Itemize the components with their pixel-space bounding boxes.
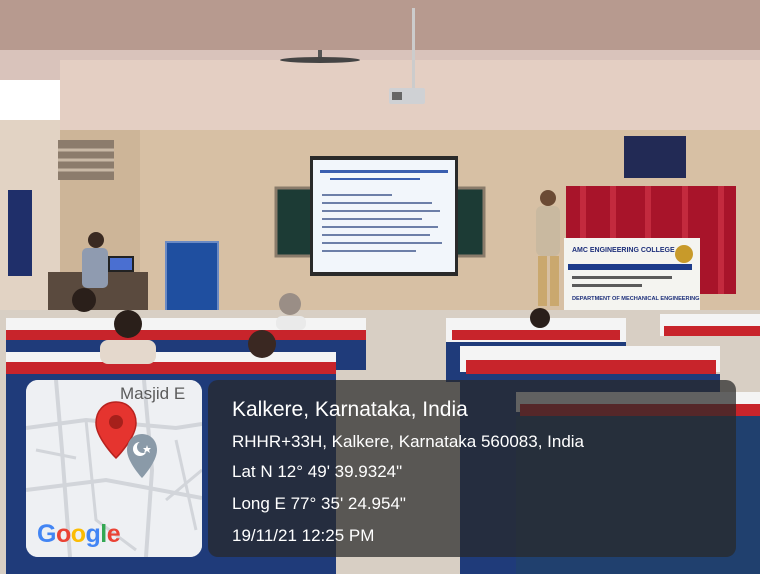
- mosque-icon: [127, 434, 157, 478]
- wall-poster: [8, 190, 32, 276]
- banner-dept: DEPARTMENT OF MECHANICAL ENGINEERING: [572, 296, 700, 302]
- place-name: Kalkere, Karnataka, India: [232, 398, 468, 421]
- latitude: Lat N 12° 49' 39.9324": [232, 462, 403, 481]
- wall-vent: [58, 140, 114, 180]
- blue-cabinet: [165, 241, 219, 313]
- google-letter: G: [37, 520, 56, 548]
- longitude: Long E 77° 35' 24.954": [232, 494, 406, 513]
- google-letter: o: [55, 520, 71, 548]
- event-banner: AMC ENGINEERING COLLEGE DEPARTMENT OF ME…: [564, 238, 700, 318]
- geotag-info-panel: Kalkere, Karnataka, India RHHR+33H, Kalk…: [208, 380, 736, 557]
- google-letter: g: [85, 520, 101, 548]
- projection-screen: [310, 156, 458, 276]
- banner-title: AMC ENGINEERING COLLEGE: [572, 247, 675, 254]
- address-line: RHHR+33H, Kalkere, Karnataka 560083, Ind…: [232, 432, 585, 451]
- map-thumbnail: Masjid E Google: [26, 380, 202, 557]
- timestamp: 19/11/21 12:25 PM: [232, 526, 375, 545]
- google-logo: Google: [37, 520, 121, 549]
- notice-board: [624, 136, 686, 178]
- google-letter: o: [70, 520, 86, 548]
- google-letter: e: [106, 520, 121, 548]
